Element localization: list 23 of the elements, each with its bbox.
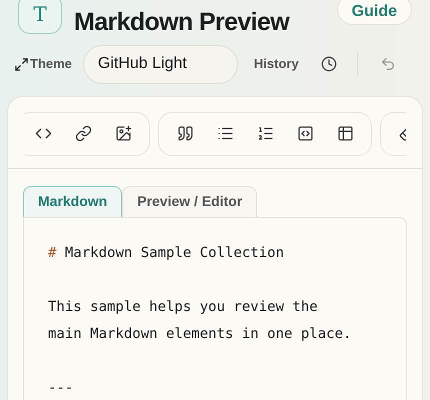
editor-line: ---	[48, 380, 74, 396]
image-plus-icon[interactable]	[114, 125, 132, 142]
theme-label: Theme	[30, 55, 72, 74]
quote-icon[interactable]	[176, 125, 194, 142]
editor-line: Markdown Sample Collection	[64, 244, 284, 260]
guide-button[interactable]: Guide	[336, 0, 412, 25]
history-label: History	[254, 55, 299, 74]
table-icon[interactable]	[336, 125, 354, 142]
page-title: Markdown Preview	[74, 7, 290, 38]
history-icon[interactable]	[320, 56, 337, 72]
heading-marker: #	[48, 244, 56, 260]
editor-tab[interactable]: Preview / Editor	[122, 186, 258, 216]
theme-select[interactable]: GitHub Light	[82, 44, 238, 84]
editor-line: This sample helps you review the	[48, 298, 318, 314]
code-block-icon[interactable]	[296, 125, 314, 142]
numbered-list-icon[interactable]	[256, 125, 274, 142]
editor-line: main Markdown elements in one place.	[48, 326, 352, 342]
bullet-list-icon[interactable]	[216, 125, 234, 142]
logo-letter: T	[33, 1, 47, 28]
editor-tab[interactable]: Markdown	[23, 186, 122, 216]
markdown-editor[interactable]: # Markdown Sample Collection This sample helps you review the main Markdown elements in one place. ---	[23, 216, 407, 400]
link-icon[interactable]	[74, 125, 92, 142]
expand-icon[interactable]	[14, 56, 29, 72]
